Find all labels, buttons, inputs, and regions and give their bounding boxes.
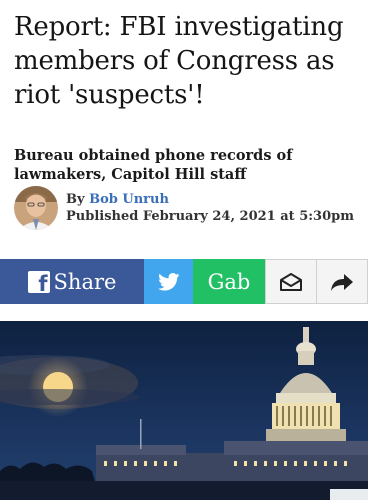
facebook-share-label: Share [53, 269, 117, 294]
article-subheadline: Bureau obtained phone records of lawmake… [14, 147, 293, 183]
publish-date: Published February 24, 2021 at 5:30pm [66, 209, 354, 224]
author-link[interactable]: Bob Unruh [89, 192, 169, 207]
facebook-icon: f [27, 270, 50, 293]
twitter-share-button[interactable] [144, 259, 193, 304]
byline-prefix: By [66, 192, 85, 207]
gab-share-label: Gab [207, 269, 251, 294]
author-avatar [14, 186, 58, 230]
share-bar: f Share Gab [0, 259, 368, 304]
byline: By Bob Unruh Published February 24, 2021… [14, 186, 354, 230]
forward-arrow-icon [331, 273, 353, 291]
email-share-button[interactable] [265, 259, 317, 304]
facebook-share-button[interactable]: f Share [0, 259, 144, 304]
forward-share-button[interactable] [317, 259, 368, 304]
twitter-icon [157, 272, 179, 291]
hero-image[interactable] [0, 321, 368, 500]
gab-share-button[interactable]: Gab [193, 259, 265, 304]
article-headline: Report: FBI investigating members of Con… [14, 12, 344, 110]
email-icon [280, 272, 302, 291]
